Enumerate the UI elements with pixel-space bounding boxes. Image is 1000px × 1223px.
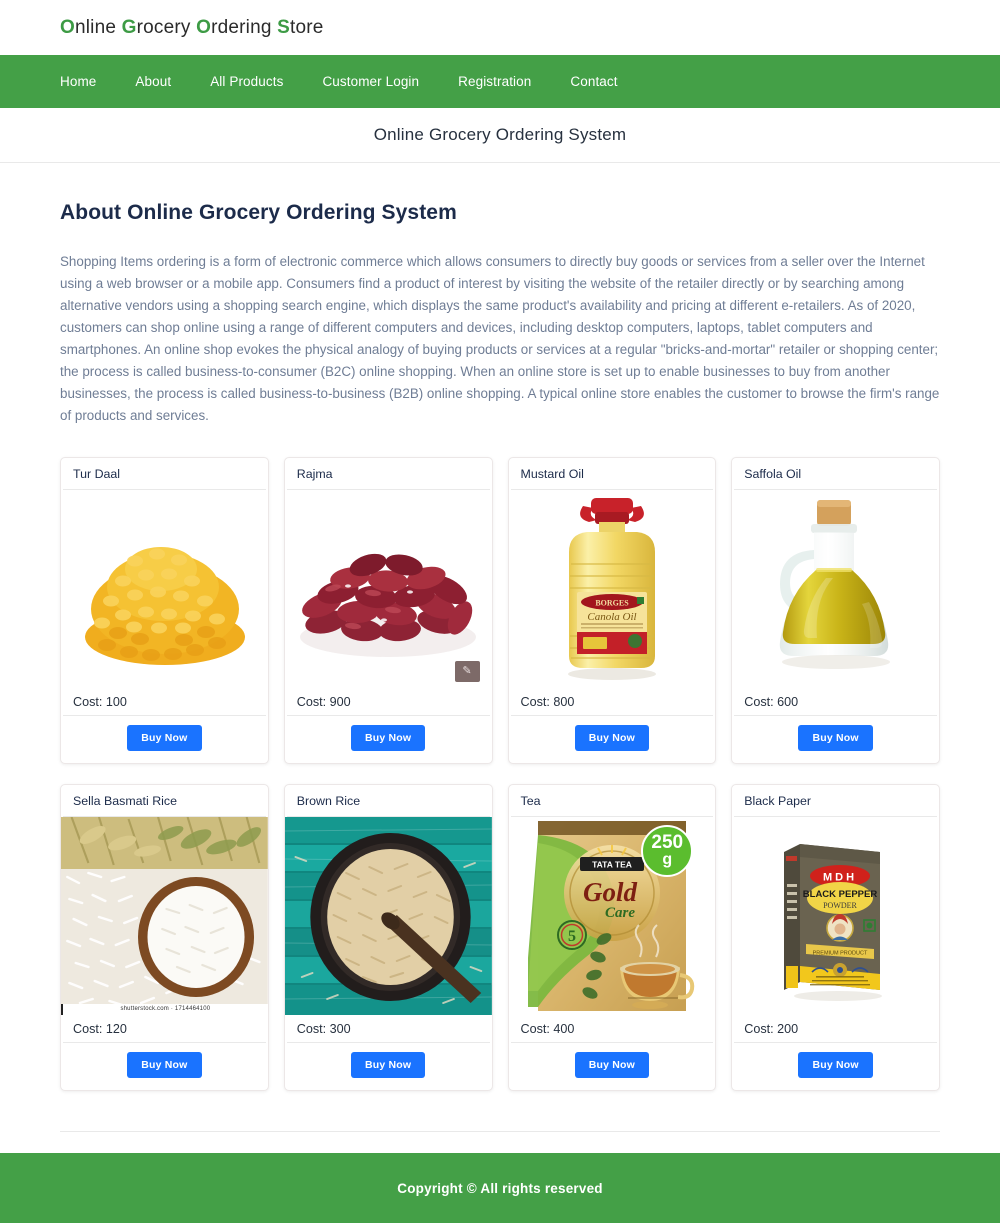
product-name: Tur Daal [63,458,266,490]
page-title-band: Online Grocery Ordering System [0,108,1000,163]
copyright-text: Copyright © All rights reserved [397,1180,603,1196]
svg-text:Gold: Gold [583,877,638,907]
main-content: About Online Grocery Ordering System Sho… [0,163,1000,1091]
buy-now-button[interactable]: Buy Now [574,725,650,751]
buy-now-button[interactable]: Buy Now [798,725,873,751]
buy-now-button[interactable]: Buy Now [350,1052,426,1078]
nav-item-about[interactable]: About [135,74,171,89]
product-card-footer: Buy Now [285,716,492,763]
buy-now-button[interactable]: Buy Now [127,1052,202,1078]
product-name: Mustard Oil [510,458,714,490]
logo-cap-3: O [196,16,212,38]
buy-now-button[interactable]: Buy Now [798,1052,873,1078]
product-image-mustard-oil: BORGES Canola Oil [508,490,716,688]
about-heading: About Online Grocery Ordering System [60,201,457,224]
tur-daal-illustration [84,546,245,665]
product-card[interactable]: Rajma ✎ Cost: 900 Buy Now [283,457,493,764]
product-card[interactable]: Sella Basmati Rice shutterstock.com · 17… [60,784,269,1091]
weight-badge-value: 250 [651,832,684,853]
product-name: Tea [510,785,714,817]
site-logo[interactable]: Online Grocery Ordering Store [60,17,324,39]
buy-now-button[interactable]: Buy Now [574,1052,650,1078]
site-footer: Copyright © All rights reserved [0,1153,1000,1223]
logo-rest-2: rocery [136,16,191,38]
product-card[interactable]: Black Paper MDH BLACK PEPPER POWDER PREM… [731,784,940,1091]
oil-can-illustration: BORGES Canola Oil [567,497,656,680]
product-cost: Cost: 600 [734,688,937,716]
logo-rest-1: nline [74,16,117,38]
product-card-footer: Buy Now [285,1043,492,1090]
buy-now-button[interactable]: Buy Now [127,725,202,751]
pepper-box-illustration: MDH BLACK PEPPER POWDER PREMIUM PRODUCT [783,843,882,1001]
product-card-footer: Buy Now [732,1043,939,1090]
product-image-rajma: ✎ [284,490,492,688]
product-cost: Cost: 300 [286,1015,490,1043]
product-cost: Cost: 900 [286,688,490,716]
product-cost: Cost: 100 [63,688,266,716]
logo-rest-3: rdering [211,16,272,38]
nav-item-registration[interactable]: Registration [458,74,531,89]
image-watermark-icon: ✎ [454,661,480,682]
product-card[interactable]: Brown Rice Cost: 300 Buy Now [283,784,493,1091]
product-card[interactable]: Tur Daal Cost: 100 Buy Now [60,457,269,764]
product-card-footer: Buy Now [509,716,716,763]
buy-now-button[interactable]: Buy Now [350,725,426,751]
footer-divider [60,1131,940,1132]
oil-carafe-illustration [779,499,890,669]
product-name: Black Paper [734,785,937,817]
logo-rest-4: tore [289,16,324,38]
product-grid: Tur Daal Cost: 100 Buy Now Rajma ✎ Cost:… [60,457,940,1091]
svg-text:Care: Care [605,905,635,921]
nav-item-home[interactable]: Home [60,74,96,89]
product-card-footer: Buy Now [61,716,268,763]
site-header: Online Grocery Ordering Store [0,0,1000,55]
logo-cap-1: O [60,16,75,38]
product-card-footer: Buy Now [732,716,939,763]
pack-brand-text: BORGES [595,598,629,607]
product-card-footer: Buy Now [509,1043,716,1090]
image-credit-watermark: shutterstock.com · 1714464100 [61,1004,268,1015]
product-image-sella-basmati-rice: shutterstock.com · 1714464100 [61,817,268,1015]
product-name: Rajma [286,458,490,490]
page-title: Online Grocery Ordering System [373,125,627,144]
pack-title-text: BLACK PEPPER [802,889,877,900]
product-card-footer: Buy Now [61,1043,268,1090]
product-name: Saffola Oil [734,458,937,490]
brown-rice-photo [284,817,492,1015]
product-image-tea: TATA TEA Gold Care 5 250 g [508,817,716,1015]
main-navigation: Home About All Products Customer Login R… [0,55,1000,108]
product-cost: Cost: 800 [510,688,714,716]
about-paragraph: Shopping Items ordering is a form of ele… [60,254,940,423]
pack-title-text: Canola Oil [587,611,636,623]
product-image-brown-rice [284,817,492,1015]
product-name: Sella Basmati Rice [63,785,266,817]
product-image-saffola-oil [732,490,939,688]
basmati-rice-photo [61,817,268,1015]
product-card[interactable]: Mustard Oil BORGES Canola Oil Cost: 800 … [507,457,717,764]
pack-brand-text: MDH [823,871,857,883]
rajma-illustration [300,553,477,657]
product-cost: Cost: 200 [734,1015,937,1043]
product-card[interactable]: Saffola Oil Cost: 600 Buy Now [731,457,940,764]
product-cost: Cost: 120 [63,1015,266,1043]
pack-subtitle-text: POWDER [823,901,857,910]
product-card[interactable]: Tea TATA TEA Gold Care 5 250 g Cost: 400… [507,784,717,1091]
product-image-tur-daal [61,490,268,688]
pack-brand-text: TATA TEA [592,860,632,870]
svg-text:PREMIUM PRODUCT: PREMIUM PRODUCT [812,950,867,956]
logo-cap-4: S [277,16,290,38]
nav-item-customer-login[interactable]: Customer Login [322,74,419,89]
weight-badge: 250 g [641,825,694,877]
nav-item-all-products[interactable]: All Products [210,74,283,89]
product-name: Brown Rice [286,785,490,817]
product-cost: Cost: 400 [510,1015,714,1043]
product-image-black-paper: MDH BLACK PEPPER POWDER PREMIUM PRODUCT [732,817,939,1015]
logo-cap-2: G [121,16,137,38]
nav-item-contact[interactable]: Contact [570,74,617,89]
svg-text:5: 5 [568,928,576,945]
weight-badge-unit: g [662,851,673,868]
